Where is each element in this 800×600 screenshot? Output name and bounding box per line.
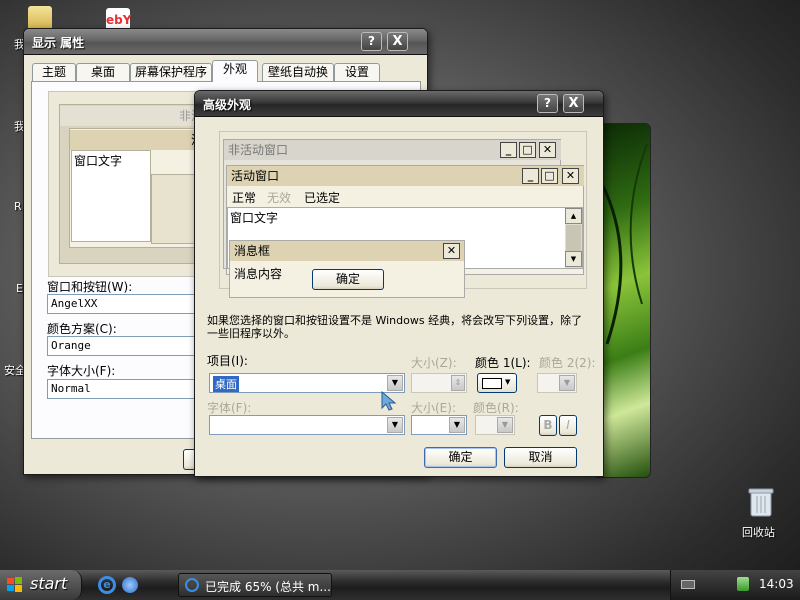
scrollbar[interactable]: ▲ ▼ (565, 208, 582, 268)
font-size-select[interactable]: ▼ (411, 415, 467, 435)
size-spinner[interactable]: ⇕ (411, 373, 467, 393)
minimize-icon: _ (500, 142, 517, 158)
windows-buttons-label: 窗口和按钮(W): (47, 280, 133, 294)
titlebar[interactable]: 显示 属性 ? X (24, 29, 427, 55)
task-label: 已完成 65% (总共 m... (205, 580, 331, 594)
color1-label: 颜色 1(L): (475, 356, 531, 370)
maximize-icon: □ (519, 142, 536, 158)
menu-selected: 已选定 (304, 191, 341, 205)
font-label: 字体(F): (207, 401, 252, 415)
recycle-bin-label: 回收站 (742, 526, 775, 539)
help-button[interactable]: ? (361, 32, 382, 51)
tab-themes[interactable]: 主题 (32, 63, 76, 81)
start-label: start (30, 574, 68, 593)
keyboard-icon[interactable] (681, 580, 695, 589)
font-size-label: 大小(E): (411, 401, 456, 415)
help-button[interactable]: ? (537, 94, 558, 113)
maximize-icon: □ (541, 168, 558, 184)
my-documents-icon[interactable] (28, 6, 52, 30)
ie-quicklaunch-icon[interactable]: e (98, 576, 116, 594)
color2-label: 颜色 2(2): (539, 356, 596, 370)
italic-button[interactable]: I (559, 415, 577, 436)
recycle-bin-icon[interactable] (748, 487, 774, 517)
system-tray: 14:03 (670, 570, 800, 600)
item-select[interactable]: 桌面 ▼ (209, 373, 405, 393)
color2-picker[interactable]: ▼ (537, 373, 577, 393)
preview-window-text: 窗口文字 (74, 154, 123, 168)
font-select[interactable]: ▼ (209, 415, 405, 435)
item-label: 项目(I): (207, 354, 248, 368)
font-size-label: 字体大小(F): (47, 364, 116, 378)
size-label: 大小(Z): (411, 356, 457, 370)
close-icon: ✕ (539, 142, 556, 158)
wallpaper-preview-image (596, 123, 651, 478)
taskbar-task[interactable]: 已完成 65% (总共 m... (178, 573, 332, 597)
window-title: 显示 属性 (32, 36, 85, 50)
cancel-button[interactable]: 取消 (504, 447, 577, 468)
msgbox-title: 消息框 (230, 241, 464, 261)
advanced-preview[interactable]: 非活动窗口 _ □ ✕ 活动窗口 _ □ ✕ 正常 无效 已选定 窗口文字 ▲ … (219, 131, 587, 298)
font-color-picker[interactable]: ▼ (475, 415, 515, 435)
preview-message-box: 消息框 ✕ 消息内容 确定 (229, 240, 465, 298)
tab-wallpaper-changer[interactable]: 壁纸自动换 (262, 63, 334, 81)
desktop-quicklaunch-icon[interactable] (122, 577, 138, 593)
windows-logo-icon (7, 577, 22, 592)
msgbox-text: 消息内容 (234, 267, 283, 281)
taskbar: start e 已完成 65% (总共 m... 14:03 (0, 570, 800, 600)
font-size-select[interactable]: Normal (47, 379, 197, 399)
appearance-preview: 非活动 活动 窗口文字 (48, 91, 219, 277)
menu-normal: 正常 (232, 191, 257, 205)
titlebar[interactable]: 高级外观 ? X (195, 91, 603, 117)
tab-screensaver[interactable]: 屏幕保护程序 (130, 63, 212, 81)
color-scheme-label: 颜色方案(C): (47, 322, 117, 336)
network-icon[interactable] (737, 577, 749, 591)
color-scheme-select[interactable]: Orange (47, 336, 197, 356)
tab-appearance[interactable]: 外观 (212, 60, 258, 82)
notice-text: 如果您选择的窗口和按钮设置不是 Windows 经典，将会改写下列设置，除了一些… (207, 314, 583, 340)
preview-window-text: 窗口文字 (230, 211, 279, 225)
close-button[interactable]: X (563, 94, 584, 113)
start-button[interactable]: start (0, 570, 82, 600)
windows-buttons-select[interactable]: AngelXX (47, 294, 197, 314)
color1-picker[interactable]: ▼ (477, 373, 517, 393)
desktop-icon-label: R (14, 200, 22, 213)
desktop-icon-label: E (16, 282, 23, 295)
clock: 14:03 (759, 577, 794, 591)
close-button[interactable]: X (387, 32, 408, 51)
minimize-icon: _ (522, 168, 539, 184)
ie-icon (185, 578, 199, 592)
msgbox-ok-button: 确定 (312, 269, 384, 290)
menu-disabled: 无效 (267, 191, 292, 205)
mouse-cursor-icon (380, 390, 400, 415)
font-color-label: 颜色(R): (473, 401, 519, 415)
bold-button[interactable]: B (539, 415, 557, 436)
dialog-title: 高级外观 (203, 98, 252, 112)
advanced-appearance-dialog: 高级外观 ? X 非活动窗口 _ □ ✕ 活动窗口 _ □ ✕ 正常 无效 已选… (194, 90, 604, 477)
close-icon: ✕ (443, 243, 460, 259)
close-icon: ✕ (562, 168, 579, 184)
tab-settings[interactable]: 设置 (334, 63, 380, 81)
tab-desktop[interactable]: 桌面 (76, 63, 130, 81)
ok-button[interactable]: 确定 (424, 447, 497, 468)
